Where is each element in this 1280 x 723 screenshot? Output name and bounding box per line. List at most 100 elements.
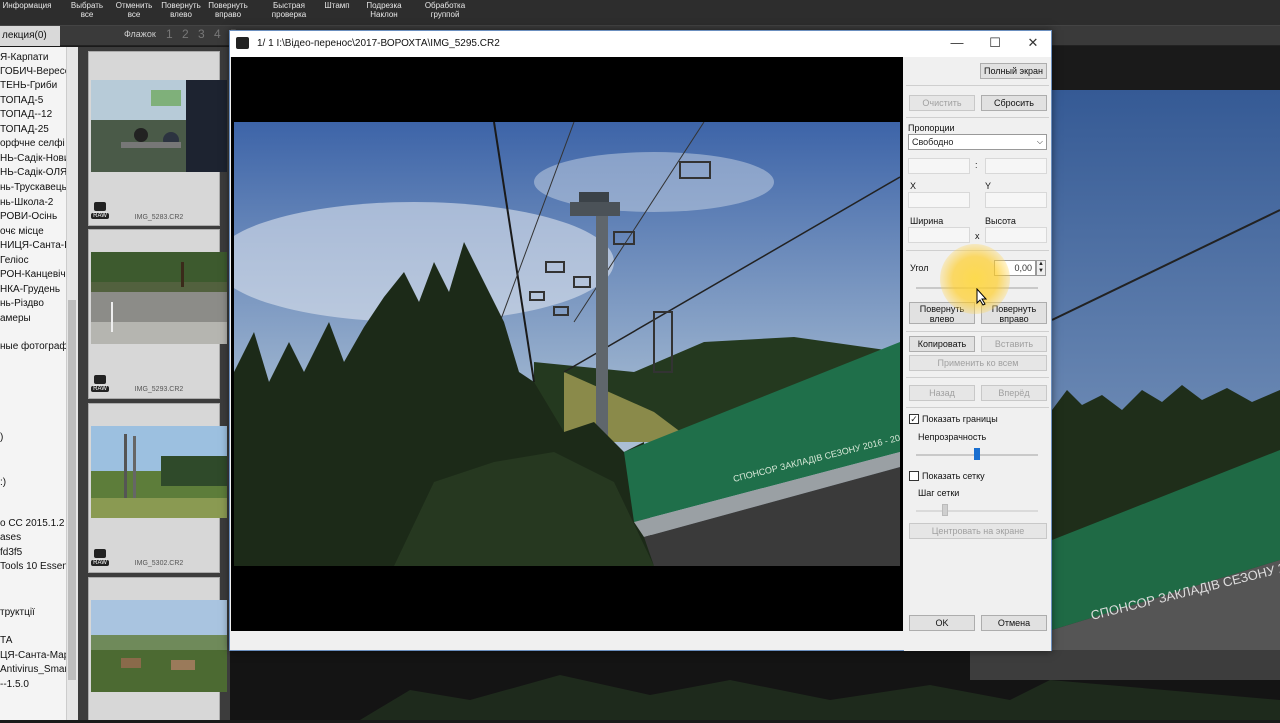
- sidebar-folder-item[interactable]: :): [0, 477, 6, 489]
- info-button-label: Информация: [2, 1, 52, 10]
- thumbnail-card[interactable]: RAW IMG_5283.CR2: [88, 51, 227, 226]
- sidebar-folder-item[interactable]: Tools 10 Essent: [0, 561, 66, 573]
- collection-tab[interactable]: лекция(0): [0, 26, 60, 46]
- sidebar-folder-item[interactable]: ases: [0, 532, 21, 544]
- batch-process-label-1: Обработка: [424, 1, 466, 10]
- forward-button[interactable]: Вперёд: [981, 385, 1047, 401]
- opacity-slider-thumb[interactable]: [974, 448, 980, 460]
- image-canvas[interactable]: СПОНСОР ЗАКЛАДІВ СЕЗОНУ 2016 - 2017: [231, 57, 903, 631]
- batch-process-label-2: группой: [430, 10, 460, 19]
- cancel-button[interactable]: Отмена: [981, 615, 1047, 631]
- x-field[interactable]: [908, 192, 970, 208]
- separator: [906, 377, 1049, 378]
- thumbnail-card[interactable]: RAW IMG_5293.CR2: [88, 229, 227, 399]
- sidebar-folder-item[interactable]: ): [0, 432, 3, 444]
- maximize-button[interactable]: ☐: [976, 31, 1014, 55]
- center-on-screen-button[interactable]: Центровать на экране: [909, 523, 1047, 539]
- quick-check-button[interactable]: Быстрая проверка: [266, 1, 312, 19]
- background-photo: СПОНСОР ЗАКЛАДІВ СЕЗОНУ 2016 - 2017: [1052, 90, 1280, 652]
- sidebar-folder-item[interactable]: нь-Різдво: [0, 298, 44, 310]
- sidebar-folder-item[interactable]: РОН-Канцевіч: [0, 269, 66, 281]
- thumbnail-card[interactable]: RAW IMG_5302.CR2: [88, 403, 227, 573]
- close-button[interactable]: ✕: [1014, 31, 1052, 55]
- quick-check-label-1: Быстрая: [273, 1, 305, 10]
- sidebar-folder-item[interactable]: Геліос: [0, 255, 29, 267]
- times-sign: x: [975, 231, 980, 241]
- show-borders-checkbox[interactable]: ✓: [909, 414, 919, 424]
- sidebar-folder-item[interactable]: ТОПАД-25: [0, 124, 49, 136]
- sidebar-folder-item[interactable]: НЬ-Садік-Новий р: [0, 153, 66, 165]
- stamp-label: Штамп: [324, 1, 350, 10]
- rotate-right-label-2: вправо: [214, 10, 242, 19]
- sidebar-folder-item[interactable]: НИЦЯ-Санта-І: [0, 240, 66, 252]
- width-label: Ширина: [910, 216, 944, 226]
- sidebar-folder-item[interactable]: ТОПАД--12: [0, 109, 52, 121]
- paste-button[interactable]: Вставить: [981, 336, 1047, 352]
- proportions-label: Пропорции: [908, 123, 955, 133]
- crop-tilt-button[interactable]: Подрезка Наклон: [362, 1, 406, 19]
- thumbnail-strip: RAW IMG_5283.CR2 RAW IMG_5293.CR2 RAW IM…: [78, 47, 230, 720]
- separator: [906, 85, 1049, 86]
- y-label: Y: [985, 181, 992, 191]
- sidebar-scrollbar-thumb[interactable]: [68, 300, 76, 680]
- sidebar-folder-item[interactable]: труктції: [0, 607, 35, 619]
- rotate-left-toolbar-button[interactable]: Повернуть влево: [158, 1, 204, 19]
- ratio-height-field[interactable]: [985, 158, 1047, 174]
- sidebar-folder-item[interactable]: орфчне селфі: [0, 138, 65, 150]
- show-grid-checkbox[interactable]: [909, 471, 919, 481]
- height-field[interactable]: [985, 227, 1047, 243]
- stamp-button[interactable]: Штамп: [320, 1, 354, 10]
- sidebar-folder-item[interactable]: --1.5.0: [0, 679, 29, 691]
- deselect-all-button[interactable]: Отменить все: [112, 1, 156, 19]
- sidebar-folder-item[interactable]: ТА: [0, 635, 12, 647]
- sidebar-folder-item[interactable]: очє місце: [0, 226, 44, 238]
- ratio-width-field[interactable]: [908, 158, 970, 174]
- batch-process-button[interactable]: Обработка группой: [420, 1, 470, 19]
- sidebar-folder-item[interactable]: НКА-Грудень: [0, 284, 60, 296]
- x-label: X: [910, 181, 917, 191]
- clear-button[interactable]: Очистить: [909, 95, 975, 111]
- folder-sidebar: Я-Карпати ГОБИЧ-Вересе ТЕНЬ-Гриби ТОПАД-5 ТО…: [0, 47, 66, 720]
- minimize-button[interactable]: —: [938, 31, 976, 55]
- grid-step-slider[interactable]: [916, 510, 1038, 512]
- copy-button[interactable]: Копировать: [909, 336, 975, 352]
- thumbnail-card[interactable]: [88, 577, 227, 720]
- height-label: Высота: [985, 216, 1016, 226]
- sidebar-folder-item[interactable]: ЦЯ-Санта-Мар: [0, 650, 66, 662]
- sidebar-folder-item[interactable]: o CC 2015.1.2 (2: [0, 518, 66, 530]
- thumbnail-filename: IMG_5302.CR2: [134, 560, 184, 567]
- sidebar-folder-item[interactable]: fd3f5: [0, 547, 22, 559]
- background-photo-bottom: [230, 650, 1280, 720]
- camera-icon: [94, 375, 106, 384]
- back-button[interactable]: Назад: [909, 385, 975, 401]
- sidebar-folder-item[interactable]: ные фотограф: [0, 341, 66, 353]
- sidebar-folder-item[interactable]: Я-Карпати: [0, 52, 48, 64]
- sidebar-folder-item[interactable]: НЬ-Садік-ОЛЯ: [0, 167, 66, 179]
- crop-settings-panel: Полный экран Очистить Сбросить Пропорции…: [904, 57, 1051, 651]
- angle-spinner[interactable]: ▲ ▼: [1036, 260, 1046, 276]
- apply-all-button[interactable]: Применить ко всем: [909, 355, 1047, 371]
- reset-button[interactable]: Сбросить: [981, 95, 1047, 111]
- sidebar-folder-item[interactable]: Antivirus_Smart: [0, 664, 66, 676]
- main-photo: СПОНСОР ЗАКЛАДІВ СЕЗОНУ 2016 - 2017: [234, 122, 900, 566]
- sidebar-folder-item[interactable]: ТЕНЬ-Гриби: [0, 80, 57, 92]
- sidebar-folder-item[interactable]: ГОБИЧ-Вересе: [0, 66, 66, 78]
- proportions-select[interactable]: Свободно ⌵: [908, 134, 1047, 150]
- crop-tilt-dialog: 1/ 1 I:\Відео-перенос\2017-ВОРОХТА\IMG_5…: [229, 30, 1052, 651]
- y-field[interactable]: [985, 192, 1047, 208]
- select-all-button[interactable]: Выбрать все: [66, 1, 108, 19]
- sidebar-folder-item[interactable]: ТОПАД-5: [0, 95, 43, 107]
- width-field[interactable]: [908, 227, 970, 243]
- rotate-right-toolbar-button[interactable]: Повернуть вправо: [205, 1, 251, 19]
- separator: [906, 407, 1049, 408]
- sidebar-folder-item[interactable]: амеры: [0, 313, 31, 325]
- separator: [906, 331, 1049, 332]
- sidebar-folder-item[interactable]: нь-Трускавець: [0, 182, 66, 194]
- fullscreen-button[interactable]: Полный экран: [980, 63, 1047, 79]
- sidebar-folder-item[interactable]: РОВИ-Осінь: [0, 211, 57, 223]
- ok-button[interactable]: OK: [909, 615, 975, 631]
- thumbnail-image: [91, 600, 227, 692]
- sidebar-folder-item[interactable]: нь-Школа-2: [0, 197, 53, 209]
- info-button[interactable]: Информация: [2, 1, 52, 10]
- grid-step-slider-thumb[interactable]: [942, 504, 948, 516]
